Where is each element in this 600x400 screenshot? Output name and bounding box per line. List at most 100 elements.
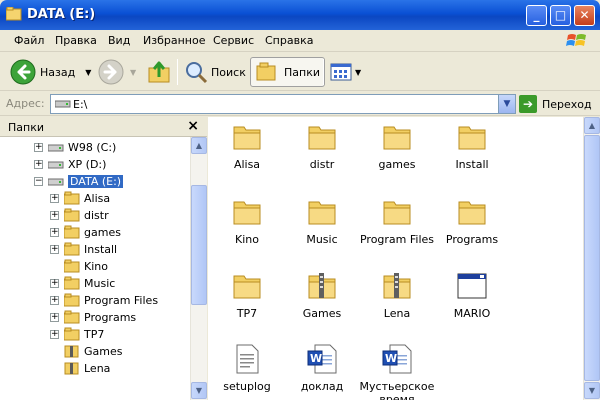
scroll-down-icon[interactable]: ▼ xyxy=(584,382,600,399)
tree-item[interactable]: + TP7 xyxy=(50,326,104,342)
go-button[interactable]: ➔ Переход xyxy=(519,95,592,113)
folder-icon xyxy=(383,126,411,150)
menu-favorites[interactable]: Избранное xyxy=(143,34,205,47)
folder-icon xyxy=(64,310,80,324)
file-item[interactable]: distr xyxy=(284,121,360,171)
folder-icon xyxy=(458,126,486,150)
tree-item[interactable]: Lena xyxy=(50,360,110,376)
tree-scrollbar[interactable]: ▲ ▼ xyxy=(190,137,207,400)
back-dropdown-icon[interactable]: ▼ xyxy=(85,68,91,77)
file-item[interactable]: Lena xyxy=(359,270,435,320)
title-bar[interactable]: DATA (E:) _ □ ✕ xyxy=(0,0,600,30)
folders-pane-header: Папки × xyxy=(0,117,207,137)
files-scrollbar[interactable]: ▲ ▼ xyxy=(583,117,600,400)
windows-logo-icon xyxy=(566,34,586,46)
tree-item-label: Programs xyxy=(84,310,137,324)
file-item-label: distr xyxy=(309,158,335,171)
menu-view[interactable]: Вид xyxy=(108,34,130,47)
file-item[interactable]: W Мустьерское время xyxy=(359,343,435,400)
tree-item-label: DATA (E:) xyxy=(68,174,124,188)
file-item[interactable]: Wдоклад xyxy=(284,343,360,393)
expand-icon[interactable]: + xyxy=(50,193,59,203)
tree-item[interactable]: − DATA (E:) xyxy=(34,173,124,189)
expand-icon[interactable]: + xyxy=(50,244,59,254)
svg-text:W: W xyxy=(385,352,397,365)
zip-folder-icon xyxy=(383,273,411,299)
search-button[interactable]: Поиск xyxy=(184,57,246,87)
folder-icon xyxy=(64,242,80,256)
expand-icon[interactable]: + xyxy=(50,312,59,322)
file-item[interactable]: Program Files xyxy=(359,196,435,246)
forward-dropdown-icon[interactable]: ▼ xyxy=(130,68,136,77)
up-button[interactable] xyxy=(146,57,172,87)
back-button[interactable]: Назад ▼ xyxy=(10,57,91,87)
back-label: Назад xyxy=(40,65,76,79)
file-item[interactable]: Programs xyxy=(434,196,510,246)
toolbar-separator xyxy=(323,59,324,85)
tree-item[interactable]: + Install xyxy=(50,241,117,257)
tree-item[interactable]: + Music xyxy=(50,275,115,291)
tree-item-label: Program Files xyxy=(84,293,159,307)
file-item[interactable]: MARIO xyxy=(434,270,510,320)
maximize-button[interactable]: □ xyxy=(550,5,571,26)
folder-icon xyxy=(308,126,336,150)
tree-item-label: W98 (C:) xyxy=(68,140,117,154)
file-item[interactable]: Kino xyxy=(209,196,285,246)
expand-icon[interactable]: + xyxy=(50,210,59,220)
expand-icon[interactable]: + xyxy=(50,295,59,305)
tree-item[interactable]: + W98 (C:) xyxy=(34,139,116,155)
tree-item[interactable]: + Alisa xyxy=(50,190,110,206)
views-button[interactable]: ▼ xyxy=(330,57,361,87)
folders-button[interactable]: Папки xyxy=(250,57,325,87)
scroll-thumb[interactable] xyxy=(584,135,600,381)
file-item[interactable]: TP7 xyxy=(209,270,285,320)
file-item[interactable]: Games xyxy=(284,270,360,320)
views-dropdown-icon[interactable]: ▼ xyxy=(355,68,361,77)
collapse-icon[interactable]: − xyxy=(34,176,43,186)
folders-pane: Папки × + W98 (C:) + XP (D:) − DATA (E:) + Alis… xyxy=(0,117,207,400)
file-item[interactable]: Music xyxy=(284,196,360,246)
tree-item[interactable]: + XP (D:) xyxy=(34,156,106,172)
zip-folder-icon xyxy=(308,273,336,299)
tree-item[interactable]: Games xyxy=(50,343,122,359)
file-item-label: Program Files xyxy=(359,233,435,246)
forward-button[interactable]: ▼ xyxy=(98,57,136,87)
file-item-label: Lena xyxy=(383,307,411,320)
expand-icon[interactable]: + xyxy=(34,142,43,152)
file-item[interactable]: games xyxy=(359,121,435,171)
file-item[interactable]: Alisa xyxy=(209,121,285,171)
tree-item[interactable]: + games xyxy=(50,224,121,240)
file-item[interactable]: Install xyxy=(434,121,510,171)
menu-file[interactable]: Файл xyxy=(14,34,44,47)
file-item-label: Alisa xyxy=(233,158,261,171)
file-item[interactable]: setuplog xyxy=(209,343,285,393)
file-item-label: games xyxy=(378,158,416,171)
menu-tools[interactable]: Сервис xyxy=(213,34,254,47)
tree-item-label: Alisa xyxy=(84,191,111,205)
close-pane-icon[interactable]: × xyxy=(187,118,199,134)
address-input[interactable]: E:\ ▼ xyxy=(50,94,516,114)
expand-icon[interactable]: + xyxy=(50,329,59,339)
menu-help[interactable]: Справка xyxy=(265,34,313,47)
file-list-pane: ▲ ▼ Alisa distr games Install Kino Music Progr… xyxy=(208,117,600,400)
expand-icon[interactable]: + xyxy=(50,278,59,288)
minimize-button[interactable]: _ xyxy=(526,5,547,26)
tree-item[interactable]: Kino xyxy=(50,258,108,274)
folder-icon xyxy=(383,201,411,225)
expand-icon[interactable]: + xyxy=(34,159,43,169)
scroll-thumb[interactable] xyxy=(191,185,207,305)
tree-item[interactable]: + Program Files xyxy=(50,292,158,308)
close-button[interactable]: ✕ xyxy=(574,5,595,26)
expand-icon[interactable]: + xyxy=(50,227,59,237)
scroll-down-icon[interactable]: ▼ xyxy=(191,382,207,399)
tree-item[interactable]: + distr xyxy=(50,207,109,223)
file-item-label: MARIO xyxy=(453,307,491,320)
address-dropdown-icon[interactable]: ▼ xyxy=(498,95,515,113)
scroll-up-icon[interactable]: ▲ xyxy=(191,137,207,154)
folder-icon xyxy=(64,191,80,205)
tree-item[interactable]: + Programs xyxy=(50,309,136,325)
menu-edit[interactable]: Правка xyxy=(55,34,97,47)
file-item-label: Programs xyxy=(445,233,499,246)
scroll-up-icon[interactable]: ▲ xyxy=(584,117,600,134)
file-item-label: Music xyxy=(306,233,338,246)
